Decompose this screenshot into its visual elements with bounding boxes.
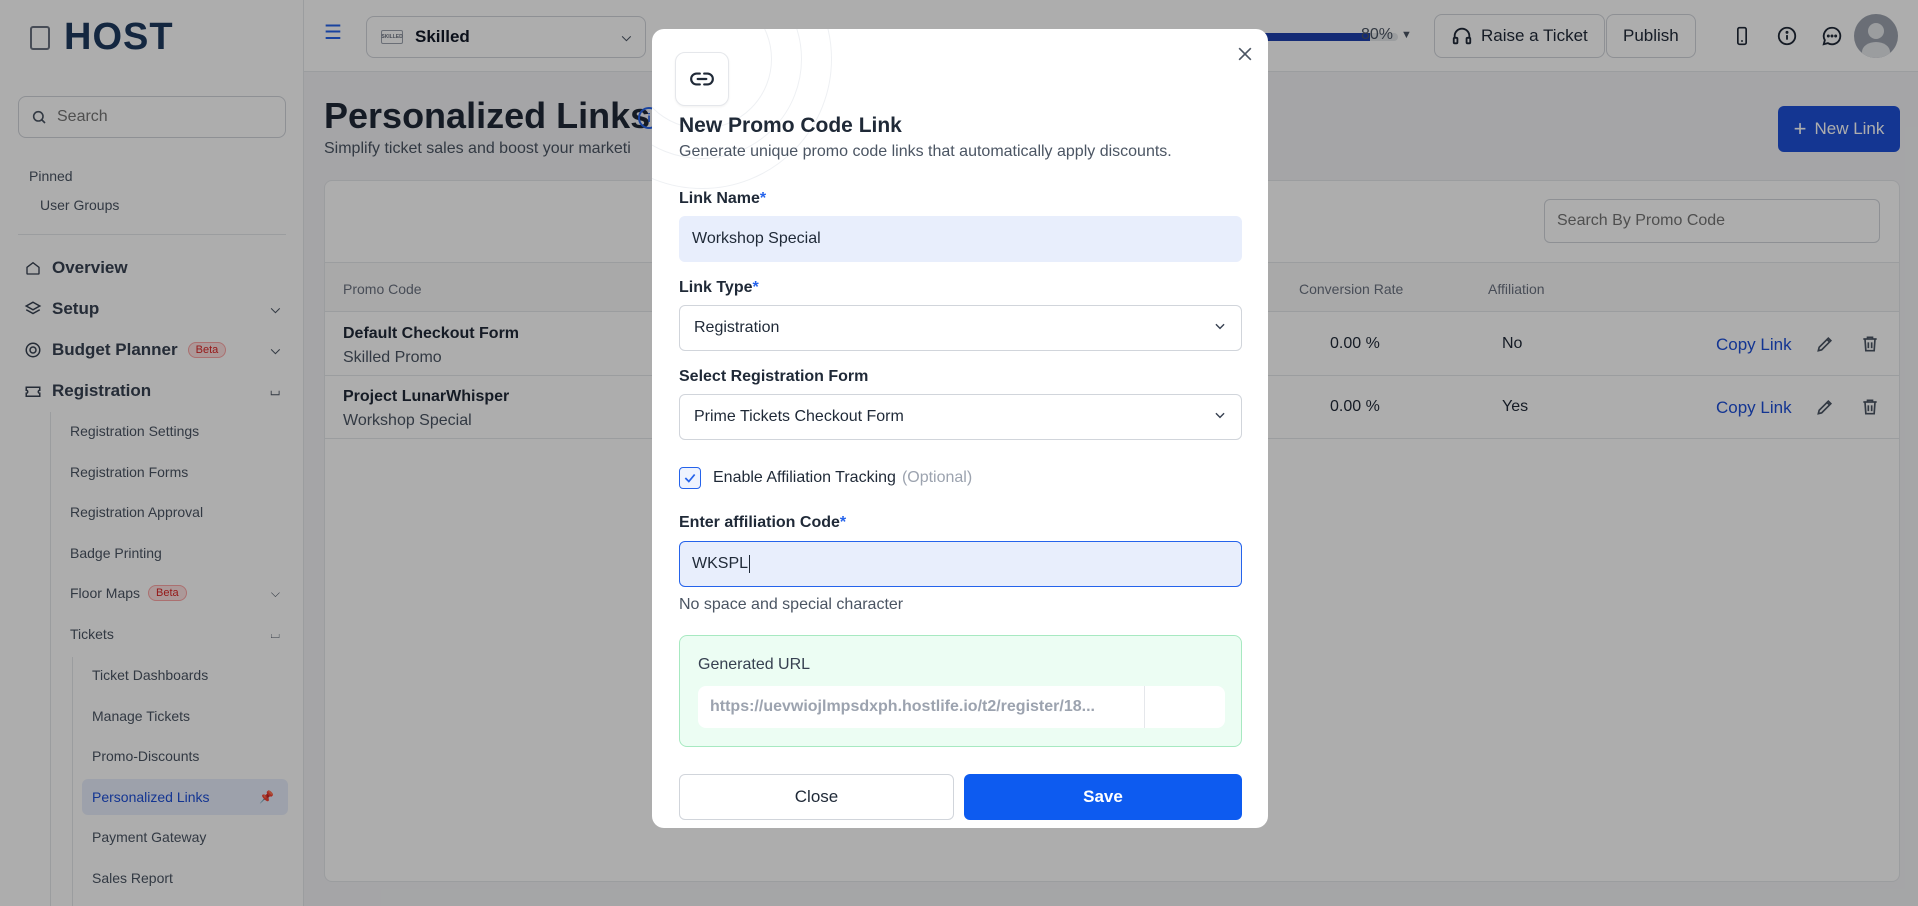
affiliation-tracking-toggle[interactable]: Enable Affiliation Tracking (Optional)	[679, 467, 972, 489]
registration-form-select[interactable]: Prime Tickets Checkout Form	[679, 394, 1242, 440]
link-type-value: Registration	[694, 319, 780, 336]
chevron-down-icon	[1213, 319, 1227, 338]
new-promo-link-modal: New Promo Code Link Generate unique prom…	[652, 29, 1268, 828]
link-name-label: Link Name*	[679, 190, 767, 207]
link-type-select[interactable]: Registration	[679, 305, 1242, 351]
chevron-down-icon	[1213, 408, 1227, 427]
modal-title: New Promo Code Link	[679, 114, 902, 137]
generated-url-value: https://uevwiojlmpsdxph.hostlife.io/t2/r…	[710, 698, 1095, 715]
affiliation-tracking-label: Enable Affiliation Tracking	[713, 469, 896, 486]
generated-url-panel: Generated URL https://uevwiojlmpsdxph.ho…	[679, 635, 1242, 747]
checkmark-icon	[684, 473, 696, 483]
optional-label: (Optional)	[901, 469, 973, 486]
link-name-input[interactable]: Workshop Special	[679, 216, 1242, 262]
link-name-value: Workshop Special	[692, 230, 821, 247]
text-caret	[749, 555, 751, 573]
affiliation-code-value: WKSPL	[692, 555, 749, 572]
generated-url-field[interactable]: https://uevwiojlmpsdxph.hostlife.io/t2/r…	[698, 686, 1225, 728]
link-icon	[675, 52, 729, 106]
url-divider	[1144, 686, 1145, 728]
close-button[interactable]: Close	[679, 774, 954, 820]
modal-close-icon[interactable]	[1232, 41, 1258, 67]
generated-url-label: Generated URL	[698, 656, 811, 673]
save-button[interactable]: Save	[964, 774, 1242, 820]
registration-form-value: Prime Tickets Checkout Form	[694, 408, 904, 425]
affiliation-code-label: Enter affiliation Code*	[679, 514, 847, 531]
registration-form-label: Select Registration Form	[679, 368, 869, 385]
affiliation-code-input[interactable]: WKSPL	[679, 541, 1242, 587]
modal-subtitle: Generate unique promo code links that au…	[679, 143, 1172, 160]
affiliation-code-hint: No space and special character	[679, 596, 904, 613]
link-type-label: Link Type*	[679, 279, 759, 296]
affiliation-checkbox[interactable]	[679, 467, 701, 489]
